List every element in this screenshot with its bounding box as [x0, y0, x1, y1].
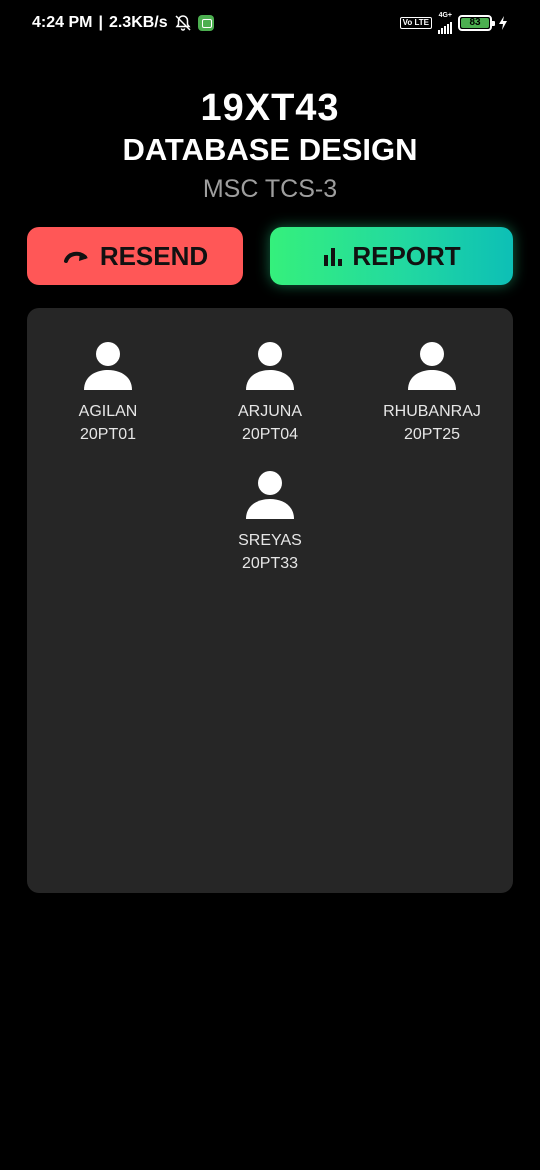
report-label: REPORT: [352, 240, 461, 271]
member-card[interactable]: ARJUNA 20PT04: [195, 342, 345, 446]
person-icon: [246, 342, 294, 390]
bar-chart-icon: [324, 248, 343, 266]
status-separator: |: [98, 14, 103, 31]
report-button[interactable]: REPORT: [270, 227, 513, 285]
status-bar: 4:24 PM | 2.3KB/s Vo LTE 4G+ 83: [0, 0, 540, 46]
member-card[interactable]: AGILAN 20PT01: [33, 342, 183, 446]
member-name: ARJUNA: [237, 403, 302, 420]
members-panel: AGILAN 20PT01 ARJUNA 20PT04 RHUBANRAJ 20…: [27, 308, 513, 893]
member-name: AGILAN: [78, 403, 138, 420]
redo-arrow-icon: [63, 251, 88, 263]
member-id: 20PT25: [403, 426, 461, 443]
course-group: MSC TCS-3: [202, 175, 338, 203]
member-id: 20PT01: [79, 426, 137, 443]
course-name: DATABASE DESIGN: [122, 132, 418, 167]
charging-bolt-icon: [499, 16, 507, 30]
bell-off-icon: [175, 15, 191, 31]
member-card[interactable]: SREYAS 20PT33: [195, 471, 345, 575]
status-left: 4:24 PM | 2.3KB/s: [32, 14, 214, 32]
battery-icon: 83: [458, 15, 495, 31]
app-notification-icon: [197, 15, 214, 31]
resend-label: RESEND: [99, 240, 209, 271]
member-id: 20PT33: [241, 555, 299, 572]
member-id: 20PT04: [241, 426, 299, 443]
person-icon: [84, 342, 132, 390]
network-type: 4G+: [438, 12, 452, 19]
member-card[interactable]: RHUBANRAJ 20PT25: [357, 342, 507, 446]
status-right: Vo LTE 4G+ 83: [399, 12, 508, 34]
person-icon: [408, 342, 456, 390]
resend-button[interactable]: RESEND: [27, 227, 243, 285]
network-speed: 2.3KB/s: [108, 14, 168, 31]
course-header: 19XT43 DATABASE DESIGN MSC TCS-3: [0, 86, 540, 204]
volte-icon: Vo LTE: [399, 17, 432, 29]
signal-icon: 4G+: [438, 12, 452, 34]
member-name: SREYAS: [238, 532, 302, 549]
member-name: RHUBANRAJ: [383, 403, 481, 420]
battery-level: 83: [461, 18, 489, 28]
status-time: 4:24 PM: [32, 14, 93, 31]
course-code: 19XT43: [200, 87, 340, 129]
person-icon: [246, 471, 294, 519]
